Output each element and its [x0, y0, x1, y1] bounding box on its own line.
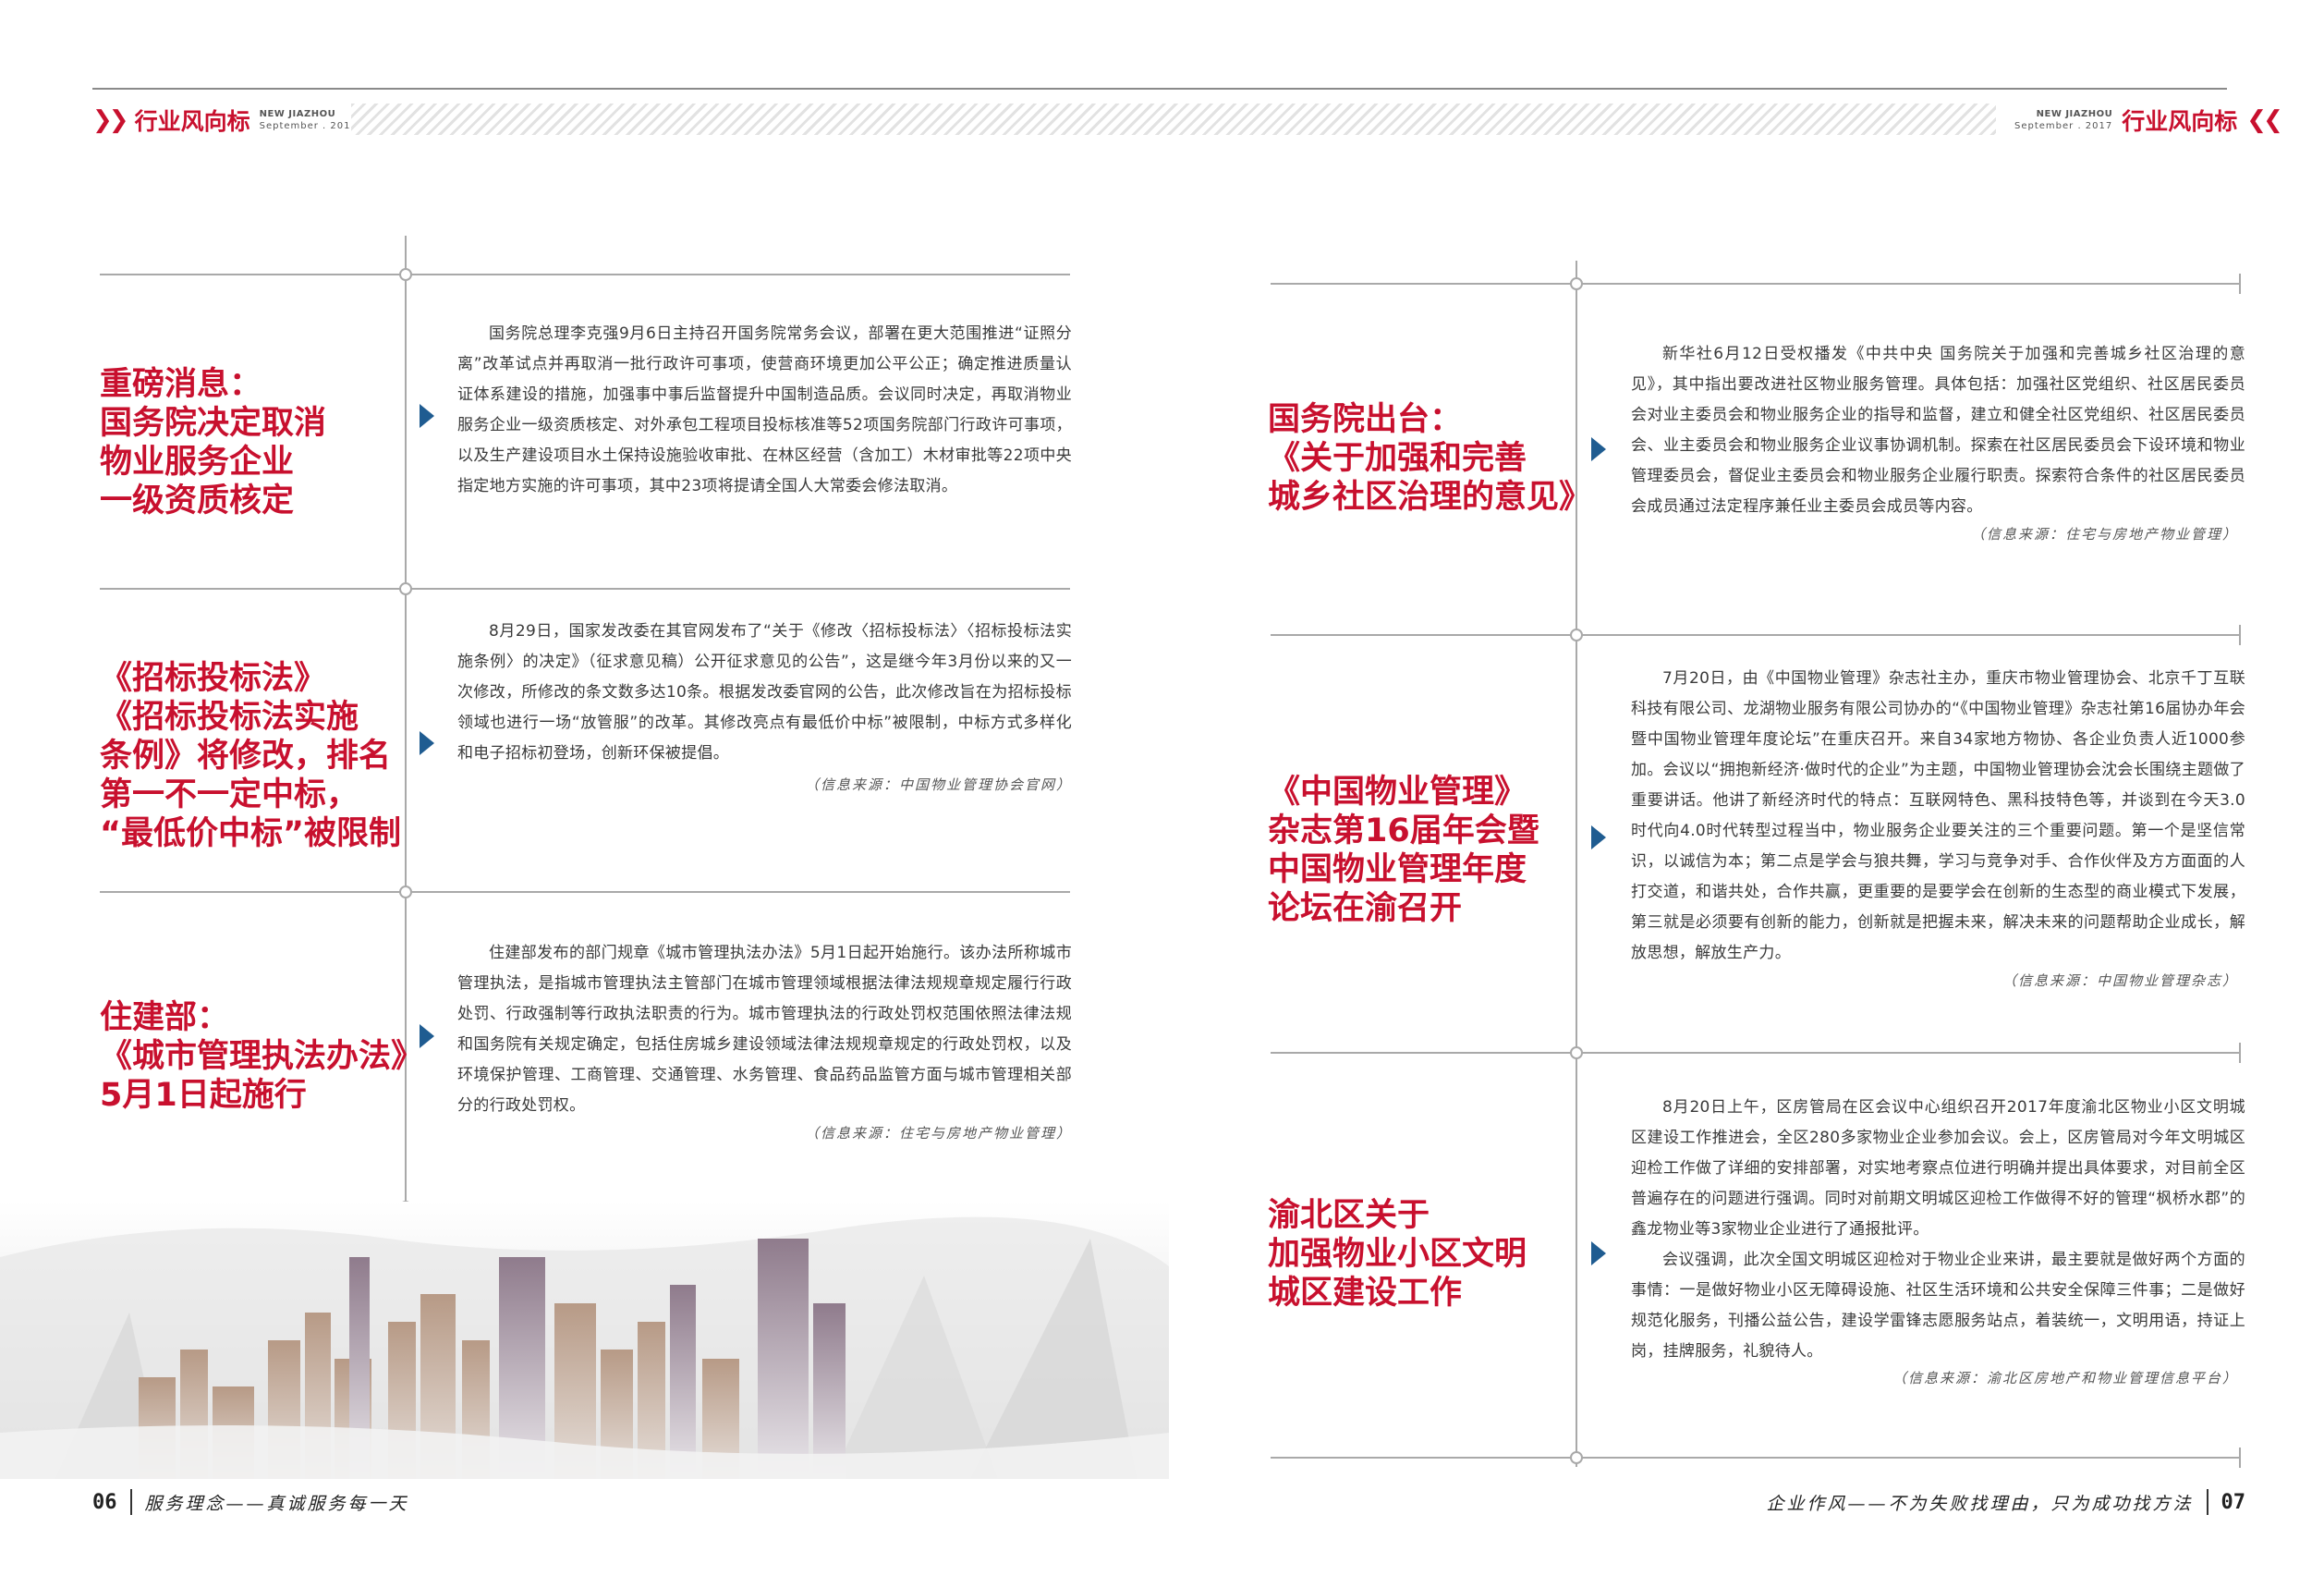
right-divider-endcap: [2239, 274, 2241, 294]
left-divider-1: [100, 274, 1070, 275]
timeline-node: [399, 886, 412, 898]
headline-line: 《招标投标法》: [100, 660, 327, 697]
headline-line: 杂志第16届年会暨: [1268, 812, 1539, 849]
headline-line: 条例》将修改，排名: [100, 738, 392, 775]
right-item-1-source: （信息来源：住宅与房地产物业管理）: [1970, 526, 2238, 543]
left-item-3-source: （信息来源：住宅与房地产物业管理）: [804, 1125, 1072, 1142]
right-item-1-body: 新华社6月12日受权播发《中共中央 国务院关于加强和完善城乡社区治理的意见》，其…: [1631, 339, 2245, 522]
page-number-right: 07: [2221, 1490, 2246, 1514]
left-item-3-body: 住建部发布的部门规章《城市管理执法办法》5月1日起开始施行。该办法所称城市管理执…: [457, 938, 1072, 1121]
city-skyline-illustration: [0, 1202, 1169, 1479]
left-section-title: 行业风向标: [134, 108, 250, 135]
article-paragraph: 住建部发布的部门规章《城市管理执法办法》5月1日起开始施行。该办法所称城市管理执…: [457, 944, 1072, 1115]
right-item-2-headline: 《中国物业管理》 杂志第16届年会暨 中国物业管理年度 论坛在渝召开: [1268, 773, 1539, 928]
article-paragraph: 国务院总理李克强9月6日主持召开国务院常务会议，部署在更大范围推进“证照分离”改…: [457, 324, 1072, 495]
headline-line: 《城市管理执法办法》: [100, 1038, 424, 1075]
headline-line: 加强物业小区文明: [1268, 1236, 1527, 1273]
timeline-node: [1570, 1451, 1583, 1464]
left-divider-2: [100, 588, 1070, 590]
left-item-2-body: 8月29日，国家发改委在其官网发布了“关于《修改〈招标投标法〉〈招标投标法实施条…: [457, 617, 1072, 769]
footer-divider: [129, 1489, 132, 1515]
headline-line: 渝北区关于: [1268, 1197, 1430, 1234]
left-footer-motto: 服务理念——真诚服务每一天: [144, 1493, 409, 1514]
right-divider-endcap: [2239, 1448, 2241, 1468]
left-section-date: September . 2017: [259, 121, 358, 131]
triangle-arrow-icon: [1591, 437, 1606, 461]
left-section-sub: NEW JIAZHOU September . 2017: [260, 108, 358, 132]
headline-line: 5月1日起施行: [100, 1077, 307, 1114]
right-divider-2: [1271, 634, 2241, 636]
right-footer-motto: 企业作风——不为失败找理由，只为成功找方法: [1766, 1493, 2194, 1514]
headline-line: 第一不一定中标，: [100, 776, 359, 813]
headline-line: 《招标投标法实施: [100, 699, 359, 736]
left-section-en: NEW JIAZHOU: [259, 109, 336, 119]
headline-line: 一级资质核定: [100, 483, 295, 519]
right-divider-endcap: [2239, 1043, 2241, 1063]
right-item-2-body: 7月20日，由《中国物业管理》杂志社主办，重庆市物业管理协会、北京千丁互联科技有…: [1631, 664, 2245, 969]
timeline-node: [1570, 629, 1583, 641]
right-item-1-headline: 国务院出台： 《关于加强和完善 城乡社区治理的意见》: [1268, 400, 1591, 517]
timeline-node: [1570, 1046, 1583, 1059]
right-section-title: 行业风向标: [2122, 108, 2238, 135]
left-item-2-headline: 《招标投标法》 《招标投标法实施 条例》将修改，排名 第一不一定中标， “最低价…: [100, 659, 401, 853]
right-section-header: NEW JIAZHOU September . 2017 行业风向标 ❮❮: [2014, 104, 2283, 137]
headline-line: 国务院决定取消: [100, 405, 327, 442]
left-footer: 06 服务理念——真诚服务每一天: [92, 1486, 409, 1518]
right-item-3-body: 8月20日上午，区房管局在区会议中心组织召开2017年度渝北区物业小区文明城区建…: [1631, 1093, 2245, 1367]
right-item-3-headline: 渝北区关于 加强物业小区文明 城区建设工作: [1268, 1196, 1527, 1313]
right-divider-endcap: [2239, 625, 2241, 645]
double-chevron-left-icon: ❮❮: [2246, 106, 2283, 134]
right-section-en: NEW JIAZHOU: [2036, 109, 2113, 119]
triangle-arrow-icon: [420, 731, 434, 755]
timeline-node: [399, 268, 412, 281]
timeline-node: [399, 582, 412, 595]
triangle-arrow-icon: [1591, 1241, 1606, 1265]
article-paragraph: 8月20日上午，区房管局在区会议中心组织召开2017年度渝北区物业小区文明城区建…: [1631, 1098, 2245, 1239]
article-paragraph: 8月29日，国家发改委在其官网发布了“关于《修改〈招标投标法〉〈招标投标法实施条…: [457, 622, 1072, 763]
headline-line: 《关于加强和完善: [1268, 440, 1527, 477]
headline-line: “最低价中标”被限制: [100, 815, 402, 852]
left-item-2-source: （信息来源：中国物业管理协会官网）: [804, 776, 1072, 793]
triangle-arrow-icon: [1591, 825, 1606, 849]
triangle-arrow-icon: [420, 404, 434, 428]
headline-line: 论坛在渝召开: [1268, 890, 1463, 927]
right-item-2-source: （信息来源：中国物业管理杂志）: [2002, 972, 2238, 989]
left-item-1-body: 国务院总理李克强9月6日主持召开国务院常务会议，部署在更大范围推进“证照分离”改…: [457, 319, 1072, 502]
header-hatch-band: [351, 104, 1996, 135]
right-section-date: September . 2017: [2014, 121, 2113, 131]
header-rule: [92, 88, 2227, 90]
left-section-header: ❯❯ 行业风向标 NEW JIAZHOU September . 2017: [92, 104, 358, 137]
right-divider-4: [1271, 1457, 2241, 1459]
timeline-node: [1570, 277, 1583, 290]
headline-line: 中国物业管理年度: [1268, 851, 1527, 888]
headline-line: 国务院出台：: [1268, 401, 1463, 438]
double-chevron-right-icon: ❯❯: [92, 106, 129, 134]
headline-line: 住建部：: [100, 999, 230, 1036]
right-item-3-source: （信息来源：渝北区房地产和物业管理信息平台）: [1892, 1370, 2238, 1386]
footer-divider: [2206, 1489, 2208, 1515]
left-item-3-headline: 住建部： 《城市管理执法办法》 5月1日起施行: [100, 998, 423, 1115]
triangle-arrow-icon: [420, 1024, 434, 1048]
right-footer: 企业作风——不为失败找理由，只为成功找方法 07: [1766, 1486, 2245, 1518]
left-divider-3: [100, 891, 1070, 893]
article-paragraph: 会议强调，此次全国文明城区迎检对于物业企业来讲，最主要就是做好两个方面的事情：一…: [1631, 1251, 2245, 1361]
article-paragraph: 7月20日，由《中国物业管理》杂志社主办，重庆市物业管理协会、北京千丁互联科技有…: [1631, 669, 2245, 962]
headline-line: 重磅消息：: [100, 366, 262, 403]
right-divider-1: [1271, 283, 2241, 285]
headline-line: 《中国物业管理》: [1268, 774, 1527, 811]
headline-line: 城区建设工作: [1268, 1275, 1463, 1312]
article-paragraph: 新华社6月12日受权播发《中共中央 国务院关于加强和完善城乡社区治理的意见》，其…: [1631, 345, 2245, 516]
headline-line: 物业服务企业: [100, 444, 295, 481]
left-item-1-headline: 重磅消息： 国务院决定取消 物业服务企业 一级资质核定: [100, 365, 326, 520]
page-number-left: 06: [92, 1490, 117, 1514]
right-divider-3: [1271, 1052, 2241, 1054]
headline-line: 城乡社区治理的意见》: [1268, 479, 1592, 516]
right-section-sub: NEW JIAZHOU September . 2017: [2014, 108, 2112, 132]
